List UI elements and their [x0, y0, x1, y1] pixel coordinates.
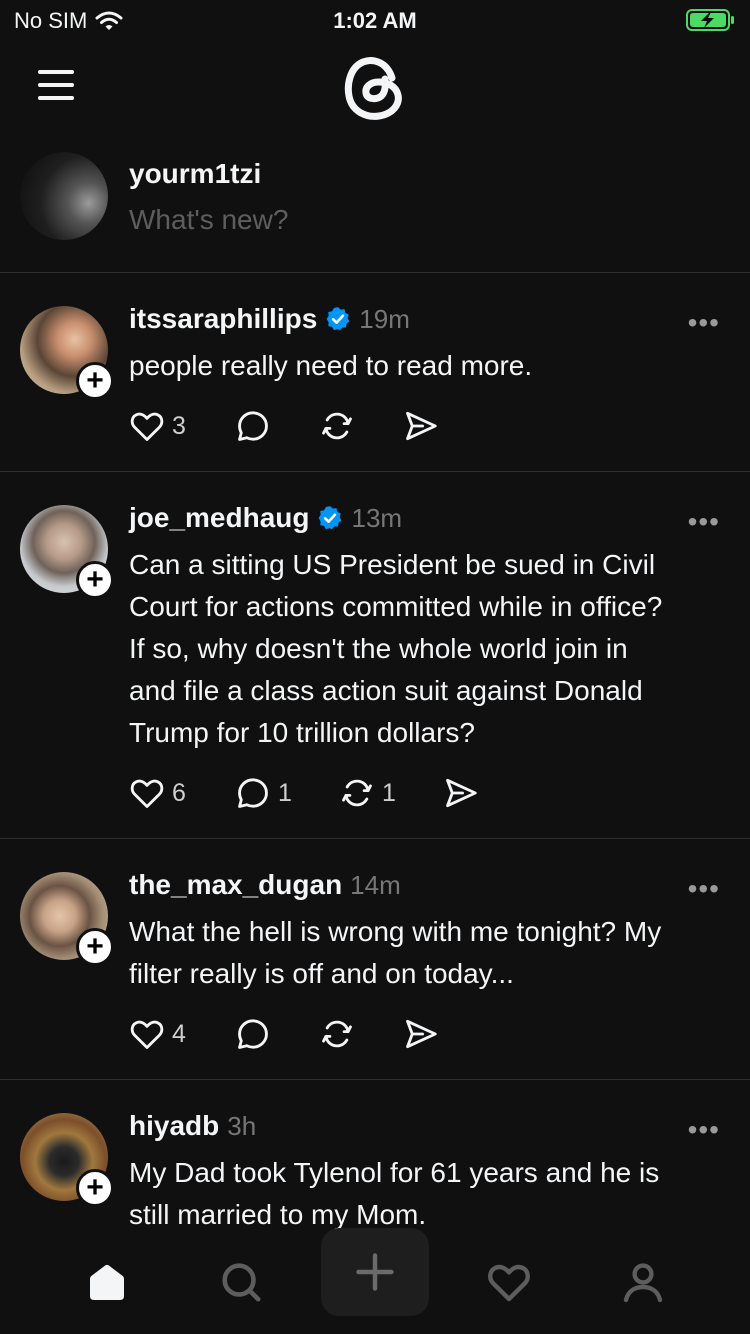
more-horizontal-icon[interactable]: ••• — [688, 506, 720, 538]
post-item[interactable]: + joe_medhaug 13m ••• Can a sitting US P… — [0, 472, 750, 839]
like-button[interactable]: 4 — [128, 1015, 186, 1053]
post-header: the_max_dugan 14m — [129, 869, 401, 901]
follow-plus-icon[interactable]: + — [76, 362, 114, 400]
profile-icon[interactable] — [613, 1252, 673, 1312]
post-username[interactable]: the_max_dugan — [129, 869, 342, 901]
post-body: people really need to read more. — [129, 345, 729, 387]
send-icon — [446, 778, 477, 808]
post-text-line: If so, why doesn't the whole world join … — [129, 633, 628, 664]
heart-icon — [130, 779, 164, 808]
heart-icon — [130, 1020, 164, 1049]
post-item[interactable]: + hiyadb 3h ••• My Dad took Tylenol for … — [0, 1080, 750, 1240]
post-text-line: filter really is off and on today... — [129, 958, 514, 989]
post-username[interactable]: hiyadb — [129, 1110, 219, 1142]
reply-button[interactable]: 1 — [234, 774, 292, 812]
post-text-line: and file a class action suit against Don… — [129, 675, 643, 706]
post-header: itssaraphillips 19m — [129, 303, 410, 335]
top-bar — [0, 40, 750, 140]
heart-icon — [130, 412, 164, 441]
post-text-line: people really need to read more. — [129, 350, 533, 381]
post-time: 19m — [359, 303, 410, 334]
verified-badge-icon — [326, 307, 350, 331]
threads-logo-icon[interactable] — [343, 52, 407, 127]
like-count: 4 — [172, 1019, 186, 1048]
post-body: My Dad took Tylenol for 61 years and he … — [129, 1152, 729, 1236]
post-body: What the hell is wrong with me tonight? … — [129, 911, 729, 995]
like-button[interactable]: 6 — [128, 774, 186, 812]
post-time: 3h — [227, 1110, 257, 1141]
like-count: 3 — [172, 411, 186, 440]
reply-button[interactable] — [234, 1015, 278, 1053]
repost-button[interactable]: 1 — [338, 774, 396, 812]
activity-heart-icon[interactable] — [479, 1252, 539, 1312]
status-bar: No SIM 1:02 AM — [0, 0, 750, 40]
battery-charging-icon — [686, 8, 736, 38]
post-item[interactable]: + the_max_dugan 14m ••• What the hell is… — [0, 839, 750, 1080]
post-body: Can a sitting US President be sued in Ci… — [129, 544, 729, 754]
post-username[interactable]: itssaraphillips — [129, 303, 317, 335]
post-item[interactable]: + itssaraphillips 19m ••• people really … — [0, 273, 750, 472]
share-button[interactable] — [442, 774, 480, 812]
repost-button[interactable] — [318, 407, 362, 445]
repost-button[interactable] — [318, 1015, 362, 1053]
post-text-line: Trump for 10 trillion dollars? — [129, 717, 475, 748]
comment-icon — [238, 778, 268, 808]
post-username[interactable]: joe_medhaug — [129, 502, 309, 534]
post-text-line: Can a sitting US President be sued in Ci… — [129, 549, 656, 580]
follow-plus-icon[interactable]: + — [76, 561, 114, 599]
send-icon — [406, 1019, 437, 1049]
avatar[interactable] — [20, 152, 108, 240]
bottom-tab-bar — [0, 1228, 750, 1334]
post-text-line: What the hell is wrong with me tonight? … — [129, 916, 662, 947]
post-text-line: Court for actions committed while in off… — [129, 591, 663, 622]
follow-plus-icon[interactable]: + — [76, 1169, 114, 1207]
send-icon — [406, 411, 437, 441]
search-icon[interactable] — [211, 1252, 271, 1312]
plus-icon — [356, 1253, 394, 1291]
composer-placeholder[interactable]: What's new? — [129, 204, 288, 236]
more-horizontal-icon[interactable]: ••• — [688, 873, 720, 905]
post-time: 14m — [350, 869, 401, 900]
more-horizontal-icon[interactable]: ••• — [688, 1114, 720, 1146]
status-time: 1:02 AM — [333, 8, 417, 33]
more-horizontal-icon[interactable]: ••• — [688, 307, 720, 339]
repost-count: 1 — [382, 778, 396, 807]
comment-icon — [238, 1019, 268, 1049]
share-button[interactable] — [402, 1015, 440, 1053]
home-icon[interactable] — [77, 1252, 137, 1312]
comment-icon — [238, 411, 268, 441]
share-button[interactable] — [402, 407, 440, 445]
like-count: 6 — [172, 778, 186, 807]
reply-button[interactable] — [234, 407, 278, 445]
repost-icon — [342, 779, 372, 807]
post-header: joe_medhaug 13m — [129, 502, 402, 534]
repost-icon — [322, 1020, 352, 1048]
like-button[interactable]: 3 — [128, 407, 186, 445]
verified-badge-icon — [319, 506, 342, 530]
repost-icon — [322, 412, 352, 440]
reply-count: 1 — [278, 778, 292, 807]
create-button[interactable] — [321, 1228, 429, 1316]
post-text-line: My Dad took Tylenol for 61 years and he … — [129, 1157, 660, 1188]
post-time: 13m — [351, 502, 403, 533]
composer[interactable]: yourm1tzi What's new? — [0, 140, 750, 273]
menu-icon[interactable] — [38, 70, 74, 100]
composer-username: yourm1tzi — [129, 158, 262, 189]
follow-plus-icon[interactable]: + — [76, 928, 114, 966]
post-text-line: still married to my Mom. — [129, 1199, 427, 1230]
post-header: hiyadb 3h — [129, 1110, 256, 1142]
